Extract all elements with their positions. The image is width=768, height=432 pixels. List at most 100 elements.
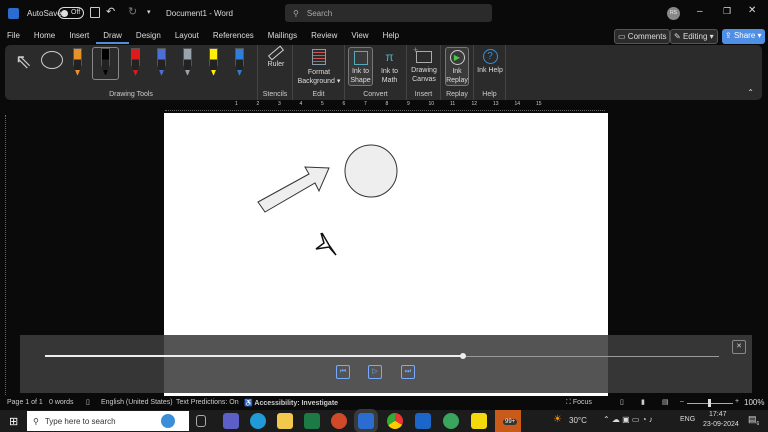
ruler-number: 5 [321, 101, 324, 107]
format-background-icon [312, 49, 326, 65]
redo-icon[interactable]: ↻ [128, 5, 137, 18]
sticky-notes-icon[interactable] [471, 413, 487, 429]
ruler-number: 14 [514, 101, 521, 107]
comments-button[interactable]: ▭ Comments [614, 29, 671, 44]
ink-help-button[interactable]: ? Ink Help [477, 47, 503, 75]
outlook-icon[interactable] [415, 413, 431, 429]
ink-to-math-button[interactable]: π Ink to Math [377, 47, 402, 85]
zoom-slider[interactable] [687, 399, 733, 407]
task-view-icon[interactable] [196, 415, 206, 427]
highlighter-multi-icon[interactable] [73, 48, 82, 76]
ink-replay-bar: ⏮ ▷ ⏭ ✕ [20, 335, 752, 393]
close-button[interactable]: ✕ [748, 5, 756, 16]
convert-group: Ink to Shape π Ink to Math Convert [345, 45, 407, 100]
undo-icon[interactable]: ↶ [106, 5, 115, 18]
editing-button[interactable]: ✎ Editing ▾ [670, 29, 718, 44]
zoom-in-button[interactable]: + [735, 398, 739, 405]
teams-icon[interactable] [223, 413, 239, 429]
drawing-canvas-button[interactable]: + Drawing Canvas [408, 46, 440, 84]
proofing-icon[interactable]: ▯ [86, 398, 90, 406]
weather-icon[interactable]: ☀ [553, 414, 562, 425]
print-layout-icon[interactable]: ▮ [641, 398, 645, 406]
tab-file[interactable]: File [0, 28, 27, 44]
minimize-button[interactable]: – [697, 6, 703, 17]
accessibility-status[interactable]: ♿ Accessibility: Investigate [244, 399, 338, 407]
edit-group: Format Background ▾ Edit [293, 45, 345, 100]
ruler-number: 4 [299, 101, 303, 107]
clock-time[interactable]: 17:47 [709, 411, 727, 418]
edge-icon[interactable] [250, 413, 266, 429]
tab-view[interactable]: View [344, 28, 375, 44]
vertical-ruler[interactable] [5, 115, 11, 395]
lasso-select-icon[interactable] [41, 51, 63, 69]
powerpoint-icon[interactable] [331, 413, 347, 429]
search-box[interactable]: ⚲ Search [285, 4, 492, 22]
ink-to-shape-button[interactable]: Ink to Shape [348, 47, 373, 86]
ruler-number: 1 [235, 101, 238, 107]
collapse-ribbon-icon[interactable]: ⌃ [747, 88, 754, 97]
save-icon[interactable] [90, 7, 100, 18]
read-mode-icon[interactable]: ▯ [620, 398, 624, 406]
weather-temp[interactable]: 30°C [569, 416, 587, 425]
zoom-level[interactable]: 100% [744, 398, 764, 407]
tab-draw[interactable]: Draw [96, 28, 129, 44]
word-count[interactable]: 0 words [49, 399, 74, 406]
language[interactable]: English (United States) [101, 399, 173, 406]
tray-icons[interactable]: ⌃ ☁ ▣ ▭ ◔ ♪ [603, 415, 653, 424]
pen-galaxy-icon[interactable] [157, 48, 166, 76]
ink-replay-button[interactable]: ▶ Ink Replay [445, 47, 469, 86]
start-button[interactable]: ⊞ [9, 415, 18, 428]
pencil-gray-icon[interactable] [183, 48, 192, 76]
close-replay-button[interactable]: ✕ [732, 340, 746, 354]
tab-design[interactable]: Design [129, 28, 168, 44]
notifications-icon[interactable]: ▤6 [748, 414, 759, 427]
select-objects-icon[interactable]: ⇖ [15, 49, 32, 74]
taskbar-search[interactable]: ⚲ Type here to search [27, 411, 189, 431]
tab-insert[interactable]: Insert [62, 28, 96, 44]
horizontal-ruler[interactable]: 1 2 3 4 5 6 7 8 9 10 11 12 13 14 15 [0, 101, 768, 111]
web-layout-icon[interactable]: ▤ [662, 398, 669, 406]
input-language[interactable]: ENG [680, 416, 695, 423]
file-explorer-icon[interactable] [277, 413, 293, 429]
ruler-icon [267, 45, 285, 61]
search-highlight-icon [161, 414, 175, 428]
tab-help[interactable]: Help [376, 28, 406, 44]
customize-qat-icon[interactable]: ▾ [147, 8, 151, 16]
restore-button[interactable]: ❐ [723, 6, 731, 17]
ink-to-shape-icon [353, 51, 368, 65]
page-count[interactable]: Page 1 of 1 [7, 399, 43, 406]
share-icon: ⇪ [725, 31, 732, 40]
chrome-icon[interactable] [387, 413, 403, 429]
format-background-button[interactable]: Format Background ▾ [295, 47, 343, 86]
tab-home[interactable]: Home [27, 28, 62, 44]
word-icon[interactable] [358, 413, 374, 429]
tab-review[interactable]: Review [304, 28, 344, 44]
tab-layout[interactable]: Layout [168, 28, 206, 44]
maps-icon[interactable] [443, 413, 459, 429]
ruler-number: 10 [428, 101, 435, 107]
zoom-out-button[interactable]: – [680, 398, 684, 405]
app-with-badge[interactable]: 99+ [495, 410, 521, 432]
text-predictions[interactable]: Text Predictions: On [176, 399, 239, 406]
taskbar: ⊞ ⚲ Type here to search 99+ ☀ 30°C ⌃ ☁ ▣ … [0, 410, 768, 432]
replay-slider-thumb[interactable] [459, 353, 466, 359]
clock-date[interactable]: 23-09-2024 [703, 421, 739, 428]
previous-button[interactable]: ⏮ [336, 365, 350, 379]
highlighter-yellow-icon[interactable] [209, 48, 218, 76]
autosave-toggle[interactable]: Off [58, 7, 84, 19]
play-button[interactable]: ▷ [368, 365, 382, 379]
excel-icon[interactable] [304, 413, 320, 429]
ruler-button[interactable]: Ruler [262, 45, 290, 69]
next-button[interactable]: ⏭ [401, 365, 415, 379]
ruler-number: 6 [342, 101, 346, 107]
pen-sparkle-icon[interactable] [235, 48, 244, 76]
replay-group: ▶ Ink Replay Replay [441, 45, 474, 100]
pen-red-icon[interactable] [131, 48, 140, 76]
tab-references[interactable]: References [206, 28, 261, 44]
focus-button[interactable]: ⛶ Focus [566, 399, 592, 407]
avatar[interactable]: RS [667, 7, 680, 20]
search-icon: ⚲ [33, 416, 39, 426]
share-button[interactable]: ⇪ Share ▾ [722, 29, 765, 44]
tab-mailings[interactable]: Mailings [261, 28, 304, 44]
ruler-number: 7 [364, 101, 367, 107]
